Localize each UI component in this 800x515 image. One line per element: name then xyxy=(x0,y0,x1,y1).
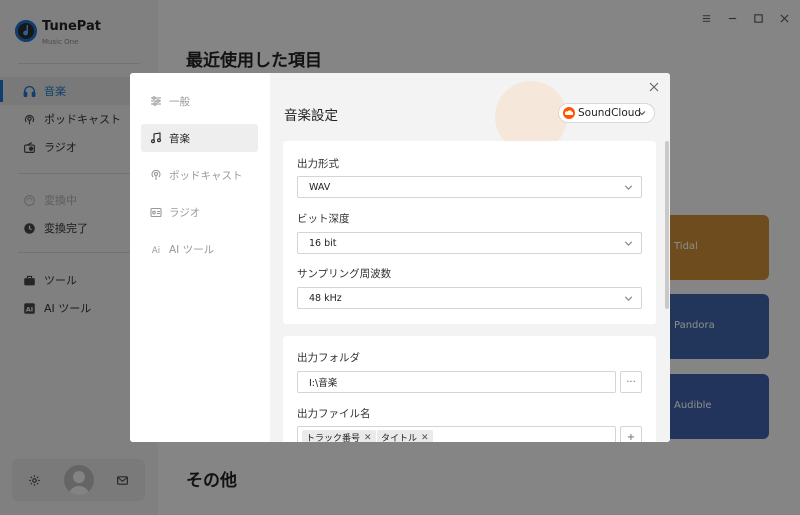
svg-text:Ai: Ai xyxy=(152,246,160,255)
close-dialog-icon[interactable] xyxy=(647,80,661,94)
chevron-down-icon xyxy=(623,238,634,249)
podcast-icon xyxy=(150,169,162,181)
format-label: 出力形式 xyxy=(297,158,339,170)
source-selector[interactable]: SoundCloud xyxy=(558,103,655,123)
settings-scrollbar[interactable] xyxy=(665,141,669,309)
bit-depth-value: 16 bit xyxy=(309,237,337,249)
chevron-down-icon xyxy=(623,293,634,304)
output-folder-label: 出力フォルダ xyxy=(297,352,360,364)
add-filename-part-button[interactable]: + xyxy=(620,426,642,442)
soundcloud-icon xyxy=(563,107,575,119)
settings-tab-label: 一般 xyxy=(169,95,190,108)
settings-tab-label: ラジオ xyxy=(169,206,201,219)
remove-chip-icon[interactable]: ✕ xyxy=(421,433,429,443)
settings-nav: 一般 音楽 ポッドキャスト ラジオ Ai AI ツール xyxy=(130,73,270,442)
output-filename-label: 出力ファイル名 xyxy=(297,408,371,420)
settings-heading: 音楽設定 xyxy=(284,108,338,124)
settings-tab-label: AI ツール xyxy=(169,243,215,256)
settings-tab-music[interactable]: 音楽 xyxy=(141,124,258,152)
chip-label: タイトル xyxy=(381,434,418,442)
browse-folder-button[interactable]: ··· xyxy=(620,371,642,393)
filename-chip-track-number[interactable]: トラック番号 ✕ xyxy=(302,430,376,442)
source-selector-label: SoundCloud xyxy=(578,107,642,119)
format-select[interactable]: WAV xyxy=(297,176,642,198)
app-window: TunePat Music One 音楽 ポッドキャスト ラジオ 変換中 変換完… xyxy=(0,0,800,515)
output-folder-field[interactable]: I:\音楽 xyxy=(297,371,616,393)
audio-settings-card: 出力形式 WAV ビット深度 16 bit サンプリング周波数 48 kHz xyxy=(283,141,656,324)
bit-depth-select[interactable]: 16 bit xyxy=(297,232,642,254)
output-folder-value: I:\音楽 xyxy=(309,378,338,389)
format-value: WAV xyxy=(309,181,331,193)
settings-tab-ai-tools[interactable]: Ai AI ツール xyxy=(141,235,258,263)
settings-dialog: 一般 音楽 ポッドキャスト ラジオ Ai AI ツール 音楽設定 SoundCl… xyxy=(130,73,670,442)
settings-tab-label: 音楽 xyxy=(169,132,190,145)
music-note-icon xyxy=(150,132,162,144)
settings-tab-radio[interactable]: ラジオ xyxy=(141,198,258,226)
settings-tab-general[interactable]: 一般 xyxy=(141,87,258,115)
output-settings-card: 出力フォルダ I:\音楽 ··· 出力ファイル名 トラック番号 ✕ タイトル ✕… xyxy=(283,336,656,442)
sample-rate-select[interactable]: 48 kHz xyxy=(297,287,642,309)
sample-rate-label: サンプリング周波数 xyxy=(297,268,392,280)
chevron-down-icon xyxy=(637,108,647,118)
chevron-down-icon xyxy=(623,182,634,193)
chip-label: トラック番号 xyxy=(306,434,361,442)
remove-chip-icon[interactable]: ✕ xyxy=(364,433,372,443)
sliders-icon xyxy=(150,95,162,107)
settings-tab-label: ポッドキャスト xyxy=(169,169,243,182)
settings-tab-podcast[interactable]: ポッドキャスト xyxy=(141,161,258,189)
sample-rate-value: 48 kHz xyxy=(309,292,342,304)
settings-content: 音楽設定 SoundCloud 出力形式 WAV ビット深度 16 bit サン… xyxy=(270,73,670,442)
filename-chip-title[interactable]: タイトル ✕ xyxy=(377,430,433,442)
ai-icon: Ai xyxy=(150,243,162,255)
bit-depth-label: ビット深度 xyxy=(297,213,350,225)
radio-icon xyxy=(150,206,162,218)
